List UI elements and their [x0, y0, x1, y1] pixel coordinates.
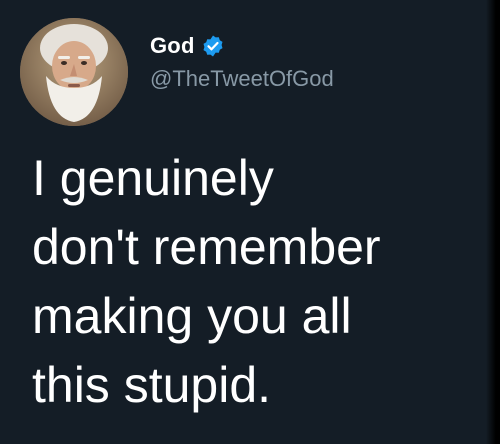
tweet-text-line: don't remember	[32, 219, 381, 275]
tweet-text: I genuinely don't remember making you al…	[32, 144, 500, 420]
tweet-text-line: this stupid.	[32, 357, 272, 413]
tweet-text-line: making you all	[32, 288, 352, 344]
tweet-text-line: I genuinely	[32, 150, 274, 206]
bearded-man-icon	[20, 18, 128, 126]
verified-badge-icon	[201, 34, 225, 58]
tweet-card: God @TheTweetOfGod I genuinely don't rem…	[0, 0, 500, 444]
display-name[interactable]: God	[150, 33, 195, 59]
screenshot-edge	[486, 0, 500, 444]
author-handle[interactable]: @TheTweetOfGod	[150, 66, 334, 92]
author-name-row: God	[150, 30, 225, 62]
profile-avatar[interactable]	[20, 18, 128, 126]
